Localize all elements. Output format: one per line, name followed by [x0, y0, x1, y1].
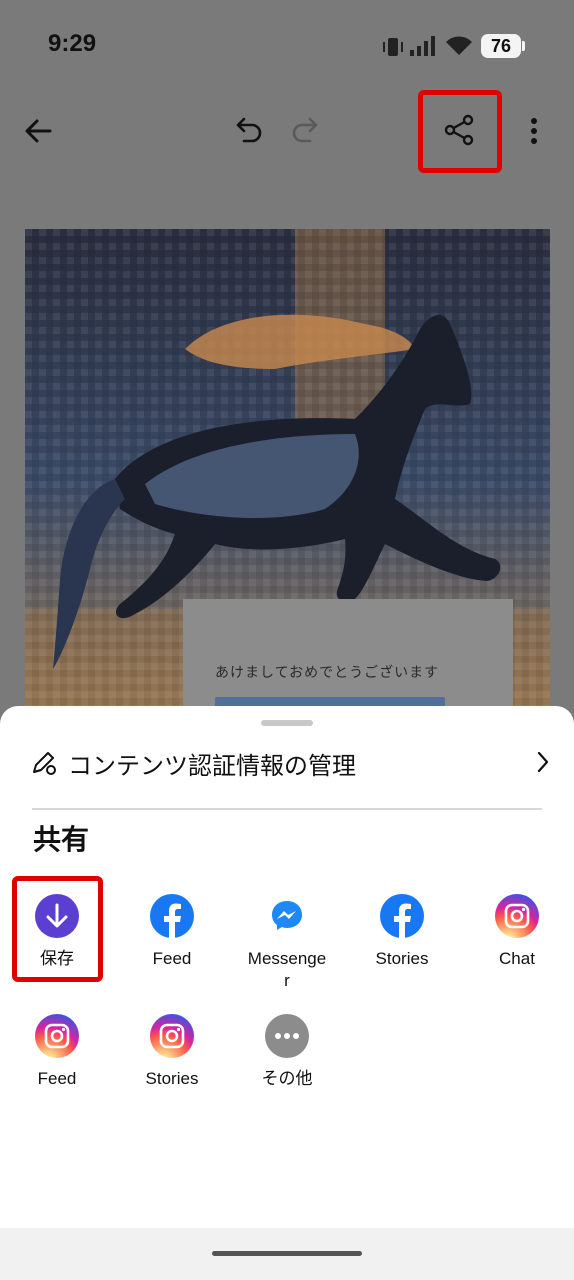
- messenger-icon: [265, 894, 309, 938]
- chevron-right-icon: [537, 751, 549, 773]
- more-horizontal-icon: [265, 1014, 309, 1058]
- share-icon[interactable]: [444, 114, 476, 146]
- back-arrow-icon[interactable]: [22, 115, 54, 147]
- signal-icon: [410, 36, 435, 56]
- greeting-text: あけましておめでとうございます: [215, 665, 440, 681]
- share-instagram-feed-label: Feed: [37, 1069, 77, 1088]
- share-instagram-stories[interactable]: Stories: [117, 1014, 227, 1114]
- share-instagram-stories-label: Stories: [145, 1069, 199, 1088]
- instagram-icon: [35, 1014, 79, 1058]
- share-facebook-feed-label: Feed: [152, 949, 192, 968]
- share-facebook-feed[interactable]: Feed: [117, 894, 227, 994]
- editor-toolbar: [0, 90, 574, 173]
- battery-tip: [522, 41, 525, 51]
- share-instagram-feed[interactable]: Feed: [2, 1014, 112, 1114]
- share-bottom-sheet: コンテンツ認証情報の管理 共有 保存 Feed Messenger Storie…: [0, 706, 574, 1280]
- facebook-icon: [150, 894, 194, 938]
- redo-icon[interactable]: [290, 115, 320, 145]
- share-more-options[interactable]: その他: [232, 1014, 342, 1114]
- instagram-icon: [495, 894, 539, 938]
- instagram-icon: [150, 1014, 194, 1058]
- battery-indicator: 76: [481, 34, 521, 58]
- sheet-drag-handle[interactable]: [261, 720, 313, 726]
- undo-icon[interactable]: [234, 115, 264, 145]
- share-section-title: 共有: [33, 823, 90, 856]
- facebook-icon: [380, 894, 424, 938]
- home-indicator[interactable]: [212, 1251, 362, 1256]
- status-time: 9:29: [48, 30, 97, 57]
- wifi-icon: [446, 36, 472, 55]
- vibrate-icon: [383, 38, 403, 56]
- pen-settings-icon: [33, 752, 56, 775]
- save-highlight-box: [12, 876, 103, 982]
- share-facebook-stories[interactable]: Stories: [347, 894, 457, 994]
- content-credentials-row[interactable]: コンテンツ認証情報の管理: [30, 740, 550, 790]
- more-vertical-icon[interactable]: [528, 116, 540, 146]
- status-bar: 9:29 76: [0, 0, 574, 90]
- share-messenger[interactable]: Messenger: [232, 894, 342, 994]
- content-credentials-label: コンテンツ認証情報の管理: [68, 752, 356, 780]
- share-messenger-label: Messenger: [247, 949, 327, 990]
- design-artwork[interactable]: あけましておめでとうございます: [25, 229, 550, 789]
- share-more-options-label: その他: [261, 1069, 313, 1088]
- share-facebook-stories-label: Stories: [375, 949, 429, 968]
- share-instagram-chat-label: Chat: [499, 949, 535, 968]
- share-instagram-chat[interactable]: Chat: [462, 894, 572, 994]
- sheet-divider: [32, 808, 542, 810]
